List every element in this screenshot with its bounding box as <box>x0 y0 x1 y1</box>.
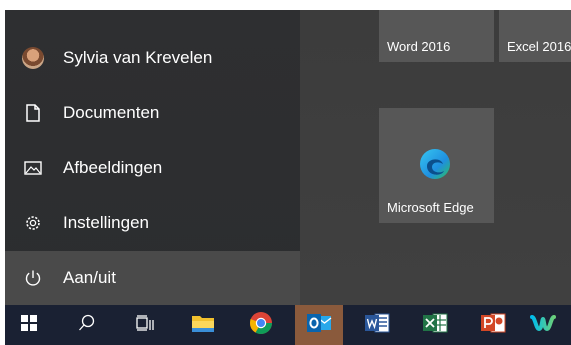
excel-button[interactable] <box>411 305 459 345</box>
folder-icon <box>191 313 215 338</box>
power-icon <box>22 267 44 289</box>
settings-gear-icon <box>22 212 44 234</box>
word-button[interactable] <box>353 305 401 345</box>
search-button[interactable] <box>63 305 111 345</box>
start-button[interactable] <box>5 305 53 345</box>
menu-item-label: Afbeeldingen <box>63 158 163 177</box>
chrome-icon <box>249 311 273 340</box>
document-icon <box>22 102 44 124</box>
user-account-item[interactable]: Sylvia van Krevelen <box>5 33 300 83</box>
tile-label: Excel 2016 <box>507 39 571 54</box>
menu-item-instellingen[interactable]: Instellingen <box>5 198 300 248</box>
excel-icon <box>422 312 448 339</box>
pictures-icon <box>22 157 44 179</box>
webex-icon <box>530 312 556 339</box>
edge-icon <box>417 146 453 185</box>
menu-item-aan-uit[interactable]: Aan/uit <box>5 251 300 305</box>
tile-label: Microsoft Edge <box>387 200 474 215</box>
webex-button[interactable] <box>519 305 567 345</box>
tile-excel[interactable]: Excel 2016 <box>499 10 571 62</box>
word-icon <box>364 312 390 339</box>
tiles-area: Word 2016 Excel 2016 Microsoft Edge <box>300 10 571 305</box>
outlook-button[interactable] <box>295 305 343 345</box>
avatar <box>22 47 44 69</box>
menu-item-label: Instellingen <box>63 213 150 232</box>
powerpoint-button[interactable] <box>469 305 517 345</box>
outlook-icon <box>306 312 332 339</box>
menu-item-label: Documenten <box>63 103 160 122</box>
desktop-screen: Sylvia van Krevelen Documenten Afbeeldin… <box>5 10 571 345</box>
powerpoint-icon <box>480 312 506 339</box>
task-view-button[interactable] <box>121 305 169 345</box>
taskbar <box>5 305 571 345</box>
chrome-button[interactable] <box>237 305 285 345</box>
menu-item-label: Aan/uit <box>63 268 116 287</box>
task-view-icon <box>136 314 154 336</box>
windows-logo-icon <box>21 314 37 336</box>
user-name-label: Sylvia van Krevelen <box>63 48 213 67</box>
start-menu-panel: Sylvia van Krevelen Documenten Afbeeldin… <box>5 10 300 305</box>
tile-label: Word 2016 <box>387 39 451 54</box>
search-icon <box>78 314 96 337</box>
tile-microsoft-edge[interactable]: Microsoft Edge <box>379 108 494 223</box>
menu-item-documenten[interactable]: Documenten <box>5 88 300 138</box>
file-explorer-button[interactable] <box>179 305 227 345</box>
tile-word[interactable]: Word 2016 <box>379 10 494 62</box>
menu-item-afbeeldingen[interactable]: Afbeeldingen <box>5 143 300 193</box>
